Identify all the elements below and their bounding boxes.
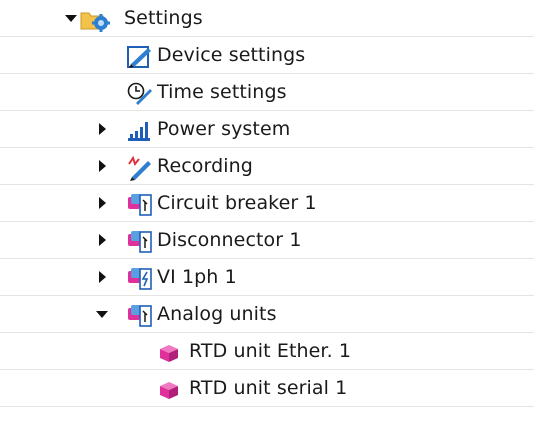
tree-item-device-settings[interactable]: Device settings bbox=[0, 37, 534, 74]
tree-item-label: Time settings bbox=[157, 81, 287, 103]
tree-item-vi-1ph-1[interactable]: VI 1ph 1 bbox=[0, 259, 534, 296]
tree-item-label: Analog units bbox=[157, 303, 277, 325]
expand-arrow-icon[interactable] bbox=[94, 120, 110, 138]
folder-settings-icon bbox=[79, 7, 110, 32]
tree-item-time-settings[interactable]: Time settings bbox=[0, 74, 534, 111]
device-settings-icon bbox=[126, 44, 152, 68]
tree-item-analog-units[interactable]: Analog units bbox=[0, 296, 534, 333]
tree-item-circuit-breaker-1[interactable]: Circuit breaker 1 bbox=[0, 185, 534, 222]
function-group-icon bbox=[126, 303, 152, 327]
tree-item-label: VI 1ph 1 bbox=[157, 266, 237, 288]
tree-item-label: Settings bbox=[124, 7, 203, 29]
tree-item-label: RTD unit serial 1 bbox=[189, 377, 348, 399]
project-tree: Settings Device settings Time settings P… bbox=[0, 0, 534, 424]
expand-arrow-icon[interactable] bbox=[94, 268, 110, 286]
tree-item-label: Recording bbox=[157, 155, 253, 177]
collapse-arrow-icon[interactable] bbox=[94, 305, 110, 323]
function-group-icon bbox=[126, 192, 152, 216]
tree-item-power-system[interactable]: Power system bbox=[0, 111, 534, 148]
tree-item-label: Circuit breaker 1 bbox=[157, 192, 317, 214]
rtd-unit-icon bbox=[157, 377, 183, 401]
function-group-vi-icon bbox=[126, 266, 152, 290]
expand-arrow-icon[interactable] bbox=[94, 194, 110, 212]
tree-item-label: RTD unit Ether. 1 bbox=[189, 340, 352, 362]
tree-item-settings[interactable]: Settings bbox=[0, 0, 534, 37]
expand-arrow-icon[interactable] bbox=[94, 231, 110, 249]
tree-item-disconnector-1[interactable]: Disconnector 1 bbox=[0, 222, 534, 259]
tree-item-rtd-unit-serial-1[interactable]: RTD unit serial 1 bbox=[0, 370, 534, 407]
time-settings-icon bbox=[126, 81, 152, 105]
tree-item-rtd-unit-ether-1[interactable]: RTD unit Ether. 1 bbox=[0, 333, 534, 370]
recording-icon bbox=[126, 155, 152, 181]
function-group-icon bbox=[126, 229, 152, 253]
collapse-arrow-icon[interactable] bbox=[63, 9, 79, 27]
expand-arrow-icon[interactable] bbox=[94, 157, 110, 175]
tree-item-label: Device settings bbox=[157, 44, 306, 66]
power-system-icon bbox=[126, 118, 152, 142]
tree-item-recording[interactable]: Recording bbox=[0, 148, 534, 185]
tree-item-label: Disconnector 1 bbox=[157, 229, 302, 251]
rtd-unit-icon bbox=[157, 340, 183, 364]
tree-item-label: Power system bbox=[157, 118, 291, 140]
